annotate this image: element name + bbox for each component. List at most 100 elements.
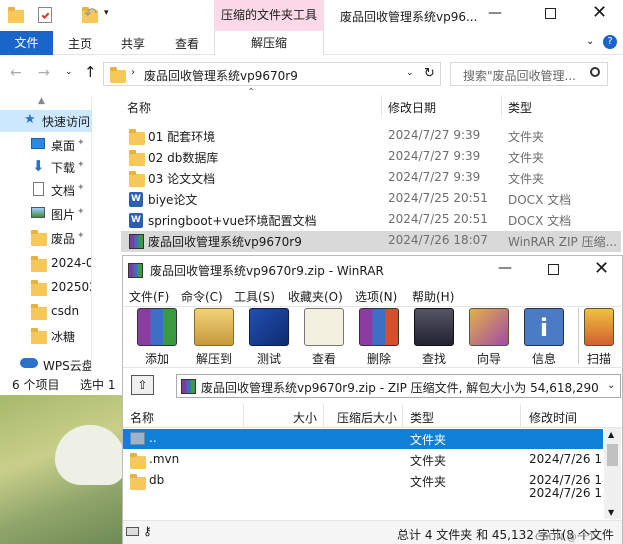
scroll-up-icon[interactable]: ▲: [608, 430, 614, 439]
file-name: 01 配套环境: [148, 130, 216, 144]
ribbon-collapse-icon[interactable]: ⌄: [586, 36, 594, 47]
row-type: 文件夹: [410, 433, 447, 447]
col-header-size[interactable]: 大小: [293, 409, 317, 426]
minimize-button[interactable]: —: [498, 260, 512, 276]
folder-icon: [31, 304, 47, 320]
info-icon: i: [524, 308, 564, 346]
folder-icon: [31, 256, 47, 272]
file-name: 03 论文文档: [148, 172, 216, 186]
file-date: 2024/7/27 9:39: [388, 170, 481, 184]
address-dropdown-icon[interactable]: ⌄: [406, 68, 414, 78]
nav-item-folder[interactable]: 废品 ✦: [0, 227, 92, 248]
nav-item-pictures[interactable]: 图片 ✦: [0, 203, 92, 224]
wizard-icon: [469, 308, 509, 346]
search-input[interactable]: 搜索"废品回收管理...: [450, 62, 608, 86]
up-folder-button[interactable]: ⇧: [131, 375, 154, 395]
address-box[interactable]: › 废品回收管理系统vp9670r9 ⌄ ↻: [103, 62, 441, 86]
col-header-date[interactable]: 修改日期: [388, 99, 436, 116]
file-type: 文件夹: [508, 130, 545, 144]
up-icon[interactable]: ↑: [84, 63, 97, 81]
maximize-button[interactable]: [545, 8, 556, 19]
nav-item-folder[interactable]: csdn: [0, 301, 92, 322]
table-row[interactable]: 2024/7/26 18: [123, 486, 603, 513]
table-row-selected[interactable]: .. 文件夹: [123, 429, 603, 449]
add-button[interactable]: 添加: [132, 308, 182, 367]
scroll-down-icon[interactable]: ▼: [608, 508, 614, 517]
document-icon: [33, 182, 44, 196]
nav-item-documents[interactable]: 文档 ✦: [0, 179, 92, 200]
scroll-up-icon[interactable]: ▲: [38, 96, 45, 106]
close-button[interactable]: ✕: [592, 2, 607, 23]
tab-extract[interactable]: 解压缩: [214, 31, 324, 55]
minimize-button[interactable]: —: [488, 5, 502, 21]
col-divider: [381, 95, 382, 117]
dropdown-icon[interactable]: ▾: [104, 8, 109, 18]
undo-icon[interactable]: ↶: [84, 4, 97, 23]
nav-item-folder[interactable]: 202502: [0, 277, 92, 298]
path-dropdown-icon[interactable]: ⌄: [607, 380, 615, 391]
file-type: 文件夹: [508, 172, 545, 186]
file-row[interactable]: Wspringboot+vue环境配置文档 2024/7/25 20:51 DOCX…: [121, 210, 621, 231]
file-row[interactable]: Wbiye论文 2024/7/25 20:51 DOCX 文档: [121, 189, 621, 210]
menu-file[interactable]: 文件(F): [129, 288, 169, 305]
help-icon[interactable]: ?: [603, 35, 617, 49]
tab-view[interactable]: 查看: [175, 35, 199, 52]
nav-item-wps-cloud[interactable]: WPS云盘: [0, 357, 92, 373]
nav-item-downloads[interactable]: ⬇ 下载 ✦: [0, 156, 92, 177]
nav-item-desktop[interactable]: 桌面 ✦: [0, 134, 92, 155]
file-name: biye论文: [148, 193, 198, 207]
row-type: 文件夹: [410, 475, 447, 489]
menu-help[interactable]: 帮助(H): [412, 288, 454, 305]
file-row[interactable]: 02 db数据库 2024/7/27 9:39 文件夹: [121, 147, 621, 168]
table-row[interactable]: .mvn 文件夹 2024/7/26 18: [123, 450, 603, 471]
view-button[interactable]: 查看: [299, 308, 349, 367]
nav-item-folder[interactable]: 2024-0: [0, 253, 92, 274]
file-row[interactable]: 03 论文文档 2024/7/27 9:39 文件夹: [121, 168, 621, 189]
nav-item-quick-access[interactable]: ★ 快速访问: [0, 110, 92, 132]
recent-icon[interactable]: ⌄: [65, 67, 73, 77]
tab-home[interactable]: 主页: [68, 35, 92, 52]
test-button[interactable]: 测试: [244, 308, 294, 367]
vertical-scrollbar[interactable]: ▲ ▼: [604, 428, 621, 519]
menu-tools[interactable]: 工具(S): [234, 288, 275, 305]
properties-icon[interactable]: [38, 7, 52, 23]
delete-button[interactable]: 删除: [354, 308, 404, 367]
menu-options[interactable]: 选项(N): [355, 288, 397, 305]
find-button[interactable]: 查找: [409, 308, 459, 367]
col-header-name[interactable]: 名称: [127, 99, 151, 116]
tab-file[interactable]: 文件: [0, 31, 53, 55]
row-modified: 2024/7/26 18: [529, 452, 603, 466]
col-header-modified[interactable]: 修改时间: [529, 409, 605, 426]
breadcrumb[interactable]: 废品回收管理系统vp9670r9: [144, 67, 384, 84]
nav-pane: ▲ ★ 快速访问 桌面 ✦ ⬇ 下载 ✦ 文档 ✦ 图片 ✦ 废品 ✦ 2024-0 202…: [0, 95, 92, 373]
col-header-packed[interactable]: 压缩后大小: [337, 409, 397, 426]
col-header-type[interactable]: 类型: [410, 409, 434, 426]
scan-button[interactable]: 扫描: [580, 308, 618, 367]
toolbar-label: 添加: [144, 352, 169, 366]
col-header-type[interactable]: 类型: [508, 99, 532, 116]
desktop-wallpaper: [0, 395, 125, 544]
refresh-icon[interactable]: ↻: [424, 66, 435, 81]
forward-icon[interactable]: →: [38, 65, 50, 81]
nav-item-label: 冰糖: [51, 330, 76, 344]
menu-commands[interactable]: 命令(C): [181, 288, 223, 305]
close-button[interactable]: ✕: [594, 258, 609, 279]
menu-favorites[interactable]: 收藏夹(O): [288, 288, 343, 305]
extract-folder-icon: [194, 308, 234, 346]
extract-to-button[interactable]: 解压到: [189, 308, 239, 367]
file-row-selected[interactable]: 废品回收管理系统vp9670r9 2024/7/26 18:07 WinRAR ZI…: [121, 231, 621, 252]
nav-item-folder[interactable]: 冰糖: [0, 325, 92, 346]
chevron-right-icon: ›: [131, 67, 135, 78]
col-header-name[interactable]: 名称: [130, 409, 154, 426]
drive-icon: [126, 527, 139, 536]
maximize-button[interactable]: [548, 264, 559, 275]
view-glasses-icon: [304, 308, 344, 346]
tab-share[interactable]: 共享: [121, 35, 145, 52]
file-row[interactable]: 01 配套环境 2024/7/27 9:39 文件夹: [121, 126, 621, 147]
info-button[interactable]: i 信息: [519, 308, 569, 367]
scroll-thumb[interactable]: [607, 444, 618, 466]
back-icon[interactable]: ←: [10, 65, 22, 81]
file-date: 2024/7/27 9:39: [388, 128, 481, 142]
path-box[interactable]: 废品回收管理系统vp9670r9.zip - ZIP 压缩文件, 解包大小为 5…: [176, 374, 621, 398]
wizard-button[interactable]: 向导: [464, 308, 514, 367]
